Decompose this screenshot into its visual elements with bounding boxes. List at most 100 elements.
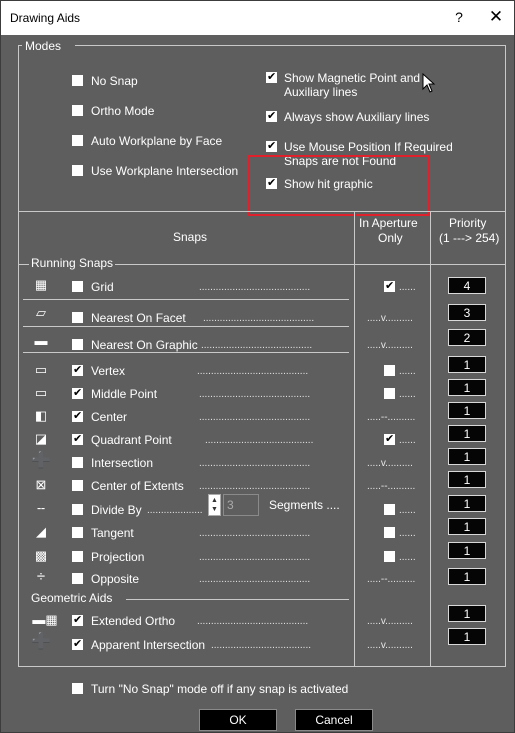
running-snaps-label: Running Snaps — [29, 256, 116, 270]
snap-checkbox-projection[interactable] — [72, 551, 83, 562]
snap-checkbox-apparent-intersection[interactable] — [72, 637, 83, 650]
nearest-graphic-icon: ▬ — [34, 333, 48, 348]
auto-workplane-checkbox[interactable] — [72, 135, 83, 146]
snap-label-quadrant: Quadrant Point — [91, 433, 172, 447]
priority-center[interactable]: 1 — [448, 402, 486, 419]
priority-projection[interactable]: 1 — [448, 542, 486, 559]
snap-checkbox-center-extents[interactable] — [72, 480, 83, 491]
snap-checkbox-opposite[interactable] — [72, 573, 83, 584]
projection-icon: ▩ — [34, 548, 48, 563]
table-bottom-border — [18, 666, 506, 667]
help-button[interactable]: ? — [449, 9, 469, 25]
snap-checkbox-grid[interactable] — [72, 281, 83, 292]
snap-checkbox-extended-ortho[interactable] — [72, 613, 83, 626]
snap-label-grid: Grid — [91, 280, 114, 294]
snap-leader-grid: ........................................… — [199, 282, 311, 293]
snap-leader-intersection: ........................................… — [199, 458, 311, 469]
snap-checkbox-vertex[interactable] — [72, 363, 83, 376]
priority-center-extents[interactable]: 1 — [448, 471, 486, 488]
magnetic-point-label-2: Auxiliary lines — [284, 85, 358, 99]
priority-tangent[interactable]: 1 — [448, 518, 486, 535]
modes-group-border-left — [18, 45, 19, 211]
aperture-checkbox-vertex[interactable] — [384, 365, 395, 376]
snap-checkbox-nearest-facet[interactable] — [72, 312, 83, 323]
priority-intersection[interactable]: 1 — [448, 448, 486, 465]
snap-leader-nearest-facet: ........................................… — [203, 313, 315, 324]
running-snaps-border — [131, 264, 349, 265]
intersection-icon: ➕ — [31, 452, 51, 469]
snap-label-intersection: Intersection — [91, 456, 154, 470]
divide-spinner[interactable]: ▲ ▼ — [208, 494, 221, 516]
aperture-nearest-facet: .....v.......... — [367, 313, 413, 324]
priority-apparent-intersection[interactable]: 1 — [448, 628, 486, 645]
aperture-checkbox-projection[interactable] — [384, 551, 395, 562]
close-button[interactable]: ✕ — [486, 7, 506, 27]
snap-leader-tangent: ........................................… — [199, 528, 311, 539]
snap-label-middle-point: Middle Point — [91, 387, 158, 401]
modes-group-label: Modes — [25, 39, 62, 53]
snap-label-divide: Divide By — [91, 503, 142, 517]
ortho-mode-checkbox[interactable] — [72, 105, 83, 116]
priority-nearest-graphic[interactable]: 2 — [448, 329, 486, 346]
snaps-header: Snaps — [173, 230, 208, 244]
tangent-icon: ◢ — [36, 524, 46, 539]
snap-checkbox-nearest-graphic[interactable] — [72, 339, 83, 350]
snap-label-apparent-intersection: Apparent Intersection — [91, 638, 206, 652]
divide-value-input[interactable]: 3 — [223, 494, 259, 516]
priority-vertex[interactable]: 1 — [448, 356, 486, 373]
snap-checkbox-middle-point[interactable] — [72, 386, 83, 399]
aperture-extended-ortho: .....v.......... — [367, 616, 413, 627]
segments-label: Segments .... — [269, 498, 340, 512]
magnetic-point-checkbox[interactable] — [266, 70, 277, 83]
highlight-annotation-box — [248, 155, 430, 216]
mouse-position-checkbox[interactable] — [266, 139, 277, 152]
snap-label-projection: Projection — [91, 550, 145, 564]
priority-extended-ortho[interactable]: 1 — [448, 605, 486, 622]
aperture-checkbox-tangent[interactable] — [384, 527, 395, 538]
apparent-intersection-icon: ➕ — [31, 633, 51, 650]
aperture-checkbox-middle-point[interactable] — [384, 388, 395, 399]
ok-button[interactable]: OK — [199, 709, 277, 731]
aperture-nearest-graphic: .....v.......... — [367, 340, 413, 351]
snap-checkbox-center[interactable] — [72, 409, 83, 422]
no-snap-label: No Snap — [91, 74, 138, 88]
always-aux-checkbox[interactable] — [266, 109, 277, 122]
cancel-button[interactable]: Cancel — [295, 709, 373, 731]
aperture-dots-middle-point: ...... — [399, 389, 416, 400]
no-snap-checkbox[interactable] — [72, 75, 83, 86]
aperture-checkbox-quadrant[interactable] — [384, 432, 395, 445]
table-col-divider-1 — [354, 211, 355, 667]
middle-point-icon: ▭ — [34, 385, 48, 400]
mouse-cursor-icon — [422, 73, 436, 93]
aperture-checkbox-grid[interactable] — [384, 279, 395, 292]
aperture-intersection: .....v.......... — [367, 458, 413, 469]
snap-checkbox-intersection[interactable] — [72, 457, 83, 468]
priority-nearest-facet[interactable]: 3 — [448, 304, 486, 321]
drawing-aids-dialog: Drawing Aids ? ✕ Modes No Snap Ortho Mod… — [0, 0, 515, 733]
table-right-border — [505, 211, 506, 667]
modes-group-border-top-right — [75, 45, 505, 46]
table-col-divider-2 — [430, 211, 431, 667]
aperture-dots-projection: ...... — [399, 552, 416, 563]
aperture-dots-grid: ...... — [399, 282, 416, 293]
snap-label-center: Center — [91, 410, 128, 424]
priority-grid[interactable]: 4 — [448, 277, 486, 294]
priority-opposite[interactable]: 1 — [448, 568, 486, 585]
priority-middle-point[interactable]: 1 — [448, 379, 486, 396]
snap-checkbox-divide[interactable] — [72, 504, 83, 515]
snap-checkbox-tangent[interactable] — [72, 527, 83, 538]
divide-icon: ╌ — [37, 501, 45, 516]
priority-divide[interactable]: 1 — [448, 495, 486, 512]
turn-off-no-snap-label: Turn "No Snap" mode off if any snap is a… — [91, 682, 349, 696]
workplane-intersection-label: Use Workplane Intersection — [91, 164, 239, 178]
workplane-intersection-checkbox[interactable] — [72, 165, 83, 176]
title-bar: Drawing Aids ? ✕ — [1, 1, 514, 35]
snap-label-opposite: Opposite — [91, 572, 140, 586]
aperture-header: In Aperture — [359, 216, 418, 230]
snap-leader-opposite: ........................................… — [199, 574, 311, 585]
snap-checkbox-quadrant[interactable] — [72, 432, 83, 445]
priority-quadrant[interactable]: 1 — [448, 425, 486, 442]
turn-off-no-snap-checkbox[interactable] — [72, 683, 83, 694]
aperture-dots-quadrant: ...... — [399, 435, 416, 446]
aperture-checkbox-divide[interactable] — [384, 504, 395, 515]
